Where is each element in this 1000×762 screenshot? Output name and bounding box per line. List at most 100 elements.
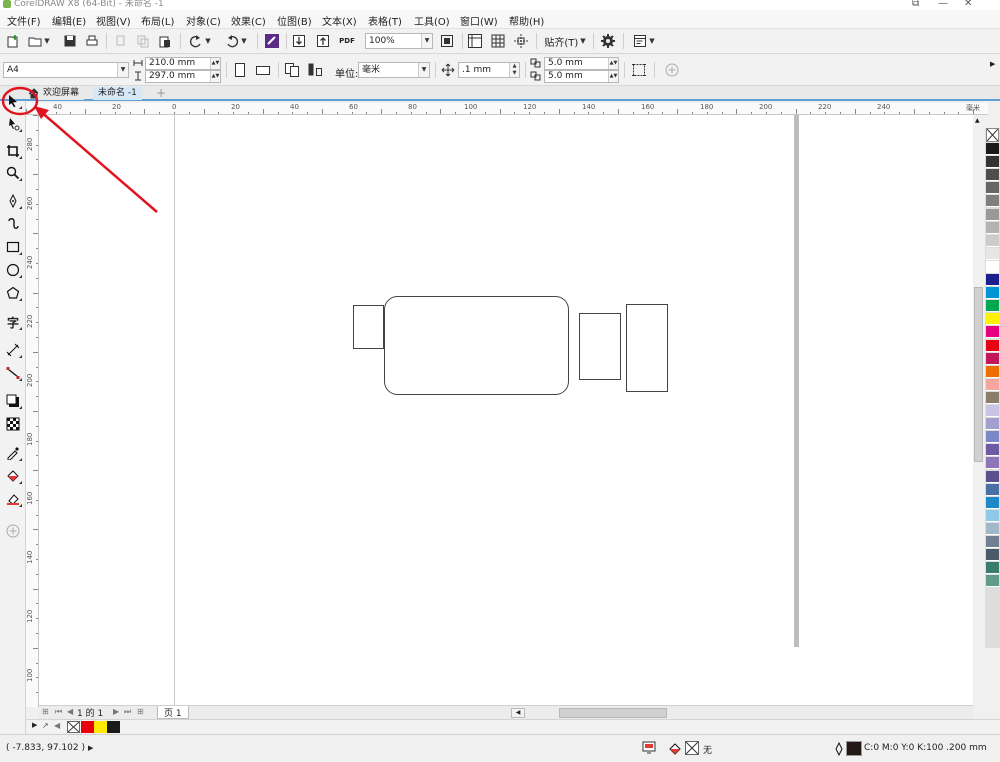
corel-connect-icon[interactable]	[263, 32, 281, 50]
outline-color-swatch[interactable]	[846, 741, 862, 756]
palette-swatch[interactable]	[986, 287, 999, 300]
prev-page-icon[interactable]: ◀	[67, 707, 73, 716]
document-palette-swatch[interactable]	[94, 721, 107, 733]
small-rectangle-left[interactable]	[353, 305, 384, 349]
palette-swatch[interactable]	[986, 562, 999, 575]
interactive-fill-tool-icon[interactable]	[4, 467, 22, 485]
new-document-icon[interactable]	[5, 32, 21, 50]
page-size-select[interactable]: A4 ▼	[3, 62, 129, 78]
palette-swatch[interactable]	[986, 208, 999, 221]
fill-indicator-icon[interactable]	[668, 741, 684, 755]
zoom-dropdown-icon[interactable]: ▼	[421, 34, 432, 48]
palette-swatch[interactable]	[986, 274, 999, 286]
menu-file[interactable]: 文件(F)	[7, 13, 41, 28]
page-tab-1[interactable]: 页 1	[157, 706, 189, 719]
zoom-level-field[interactable]: 100% ▼	[365, 33, 433, 49]
next-page-icon[interactable]: ▶	[113, 707, 119, 716]
restore-icon[interactable]: ⧉	[912, 0, 919, 9]
menu-text[interactable]: 文本(X)	[322, 13, 357, 28]
palette-swatch[interactable]	[986, 549, 999, 562]
units-select[interactable]: 毫米 ▼	[358, 62, 430, 78]
nudge-spinner-down[interactable]: ▼	[509, 70, 519, 77]
document-palette-swatch[interactable]	[107, 721, 120, 733]
palette-swatch[interactable]	[986, 522, 999, 535]
color-proof-icon[interactable]	[642, 741, 656, 754]
close-icon[interactable]: ✕	[964, 0, 972, 9]
horizontal-scroll-thumb[interactable]	[559, 708, 667, 718]
menu-edit[interactable]: 编辑(E)	[52, 13, 86, 28]
import-icon[interactable]	[291, 32, 307, 50]
nudge-spinner-up[interactable]: ▲	[509, 63, 519, 70]
palette-swatch[interactable]	[986, 405, 999, 417]
palette-swatch[interactable]	[986, 143, 999, 155]
export-icon[interactable]	[315, 32, 331, 50]
menu-layout[interactable]: 布局(L)	[141, 13, 174, 28]
palette-swatch[interactable]	[986, 352, 999, 365]
full-screen-preview-icon[interactable]	[438, 32, 456, 50]
show-grid-icon[interactable]	[489, 32, 507, 50]
palette-swatch[interactable]	[986, 457, 999, 470]
palette-swatch[interactable]	[986, 221, 999, 234]
palette-swatch[interactable]	[986, 444, 999, 457]
status-expand-icon[interactable]: ▶	[88, 744, 93, 752]
palette-swatch[interactable]	[986, 470, 999, 483]
page-size-dropdown-icon[interactable]: ▼	[117, 63, 128, 77]
palette-swatch[interactable]	[986, 496, 999, 509]
landscape-icon[interactable]	[255, 61, 271, 79]
document-palette-swatch[interactable]	[81, 721, 94, 733]
rectangle-right-2[interactable]	[626, 304, 668, 392]
minimize-icon[interactable]: —	[938, 0, 948, 9]
palette-swatch[interactable]	[986, 536, 999, 548]
property-bar-scroll-icon[interactable]: ▶	[990, 60, 995, 68]
rounded-rectangle-body[interactable]	[384, 296, 569, 395]
menu-window[interactable]: 窗口(W)	[460, 13, 498, 28]
palette-swatch[interactable]	[986, 509, 999, 522]
menu-tools[interactable]: 工具(O)	[414, 13, 450, 28]
menu-table[interactable]: 表格(T)	[368, 13, 402, 28]
palette-swatch[interactable]	[986, 300, 999, 313]
vertical-scrollbar[interactable]: ▲	[973, 115, 985, 707]
snap-to-dropdown[interactable]: 贴齐(T) ▼	[541, 32, 589, 50]
palette-swatch[interactable]	[986, 260, 999, 273]
palette-swatch[interactable]	[986, 365, 999, 378]
all-pages-icon[interactable]	[283, 61, 301, 79]
rectangle-tool-icon[interactable]	[4, 238, 22, 256]
open-document-icon[interactable]: ▼	[27, 32, 51, 50]
paste-icon[interactable]	[157, 32, 173, 50]
palette-swatch[interactable]	[986, 418, 999, 431]
menu-help[interactable]: 帮助(H)	[509, 13, 544, 28]
application-launcher-icon[interactable]: ▼	[629, 32, 659, 50]
first-page-icon[interactable]: ⏮	[55, 707, 62, 717]
palette-swatch[interactable]	[986, 169, 999, 182]
no-fill-swatch[interactable]	[67, 721, 80, 733]
portrait-icon[interactable]	[232, 61, 248, 79]
add-page-after-icon[interactable]: ⊞	[137, 707, 144, 716]
eyedropper-tool-icon[interactable]	[4, 444, 22, 462]
palette-swatch[interactable]	[986, 378, 999, 391]
menu-view[interactable]: 视图(V)	[96, 13, 131, 28]
smart-fill-tool-icon[interactable]	[4, 490, 22, 508]
publish-pdf-button[interactable]: PDF	[338, 32, 356, 50]
palette-swatch[interactable]	[986, 431, 999, 444]
nudge-distance-field[interactable]: .1 mm ▲ ▼	[458, 62, 520, 78]
palette-swatch[interactable]	[986, 247, 999, 260]
show-rulers-icon[interactable]	[466, 32, 484, 50]
menu-effects[interactable]: 效果(C)	[231, 13, 266, 28]
palette-swatch[interactable]	[986, 326, 999, 339]
outline-pen-icon[interactable]	[834, 741, 844, 757]
duplicate-y-spinner[interactable]: ▲▼	[608, 71, 618, 82]
transparency-tool-icon[interactable]	[4, 415, 22, 433]
no-color-swatch[interactable]	[986, 128, 999, 142]
save-icon[interactable]	[62, 32, 78, 50]
horizontal-ruler[interactable]: 40 20 0 20 40 60 80 100 120 140 160 180 …	[26, 103, 988, 115]
duplicate-y-field[interactable]: 5.0 mm ▲▼	[544, 70, 619, 83]
palette-swatch[interactable]	[986, 483, 999, 496]
add-page-before-icon[interactable]: ⊞	[42, 707, 49, 716]
polygon-tool-icon[interactable]	[4, 284, 22, 302]
palette-swatch[interactable]	[986, 391, 999, 404]
doc-palette-menu-icon[interactable]: ▶	[32, 721, 37, 729]
palette-swatch[interactable]	[986, 339, 999, 352]
add-plus-icon[interactable]	[663, 61, 681, 79]
print-icon[interactable]	[84, 32, 100, 50]
eyedropper-small-icon[interactable]: ↗	[42, 721, 49, 730]
